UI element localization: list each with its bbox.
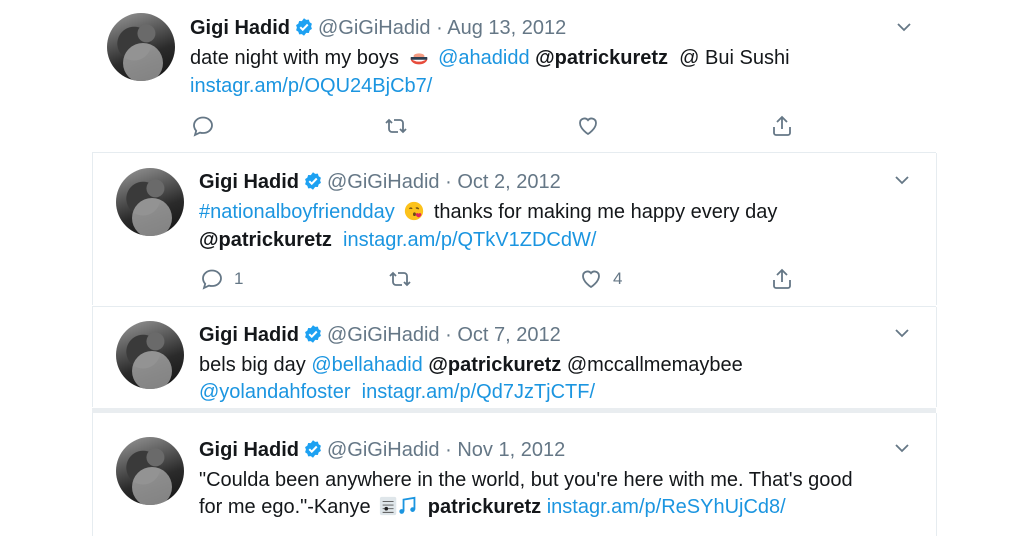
user-handle[interactable]: @GiGiHadid (327, 439, 440, 461)
separator-dot: · (445, 324, 452, 346)
instagram-link[interactable]: instagr.am/p/ReSYhUjCd8/ (547, 496, 786, 518)
share-icon (773, 268, 791, 289)
tweet-2[interactable]: Gigi Hadid @GiGiHadid · Oct 2, 2012 #nati… (92, 153, 937, 305)
verified-badge-icon (296, 18, 312, 36)
mention-text[interactable]: @mccallmemaybee (567, 354, 743, 376)
tweet-1[interactable]: Gigi Hadid @GiGiHadid · Aug 13, 2012 date… (60, 0, 940, 150)
reply-count: 1 (234, 269, 244, 288)
user-handle[interactable]: @GiGiHadid (327, 324, 440, 346)
user-handle[interactable]: @GiGiHadid (327, 171, 440, 193)
mention-bold[interactable]: @patrickuretz (535, 47, 668, 69)
avatar[interactable] (116, 321, 184, 389)
avatar[interactable] (116, 437, 184, 505)
tweet-date[interactable]: Nov 1, 2012 (457, 439, 565, 461)
instagram-link[interactable]: instagr.am/p/OQU24BjCb7/ (190, 72, 432, 100)
kiss-emoji-icon (405, 201, 424, 221)
separator-dot: · (436, 17, 443, 39)
share-button[interactable] (770, 267, 794, 291)
tweet-text-line2: for me ego."-Kanye patrickuretz instagr.… (199, 496, 786, 518)
tweet-header: Gigi Hadid @GiGiHadid · Oct 7, 2012 (199, 323, 561, 347)
user-name[interactable]: Gigi Hadid (199, 324, 299, 346)
instagram-link[interactable]: instagr.am/p/QTkV1ZDCdW/ (343, 229, 596, 251)
tweet-text: bels big day @bellahadid @patrickuretz @… (199, 354, 743, 376)
user-name[interactable]: Gigi Hadid (199, 439, 299, 461)
chevron-down-icon[interactable] (895, 18, 913, 36)
reply-icon (202, 269, 222, 290)
tweet-header: Gigi Hadid @GiGiHadid · Nov 1, 2012 (199, 438, 565, 462)
hashtag-link[interactable]: #nationalboyfriendday (199, 201, 395, 223)
reply-button[interactable]: 1 (200, 267, 243, 291)
like-button[interactable]: 4 (579, 267, 622, 291)
location-text: @ Bui Sushi (679, 47, 790, 69)
reply-icon (193, 116, 213, 137)
like-count: 4 (613, 269, 623, 288)
avatar[interactable] (107, 13, 175, 81)
separator-dot: · (445, 439, 452, 461)
verified-badge-icon (305, 172, 321, 190)
reply-button[interactable] (191, 114, 215, 138)
mention-bold[interactable]: patrickuretz (428, 496, 541, 518)
mention-link[interactable]: @ahadidd (438, 47, 529, 69)
tweet-header: Gigi Hadid @GiGiHadid · Aug 13, 2012 (190, 16, 566, 40)
mention-bold[interactable]: @patrickuretz (428, 354, 561, 376)
share-button[interactable] (770, 114, 794, 138)
tweet-date[interactable]: Aug 13, 2012 (447, 17, 566, 39)
instagram-link[interactable]: instagr.am/p/Qd7JzTjCTF/ (362, 381, 595, 403)
tweet-date[interactable]: Oct 7, 2012 (457, 324, 560, 346)
tweet-text-line2: @yolandahfoster instagr.am/p/Qd7JzTjCTF/ (199, 378, 595, 406)
mention-link[interactable]: @bellahadid (311, 354, 423, 376)
chevron-down-icon[interactable] (893, 324, 911, 342)
verified-badge-icon (305, 440, 321, 458)
avatar[interactable] (116, 168, 184, 236)
tweet-4[interactable]: Gigi Hadid @GiGiHadid · Nov 1, 2012 "Coul… (92, 413, 937, 536)
tweet-text-line2: @patrickuretz instagr.am/p/QTkV1ZDCdW/ (199, 226, 596, 254)
retweet-icon (385, 118, 407, 134)
tweet-header: Gigi Hadid @GiGiHadid · Oct 2, 2012 (199, 170, 561, 194)
tweet-text: date night with my boys @ahadidd @patric… (190, 47, 790, 69)
heart-icon (579, 117, 597, 136)
mention-link[interactable]: @yolandahfoster (199, 381, 351, 403)
retweet-button[interactable] (384, 114, 408, 138)
tweet-date[interactable]: Oct 2, 2012 (457, 171, 560, 193)
tweet-text: #nationalboyfriendday thanks for making … (199, 201, 778, 223)
sushi-emoji-icon (410, 52, 427, 65)
retweet-icon (389, 271, 411, 287)
chevron-down-icon[interactable] (893, 171, 911, 189)
music-emoji-icon (380, 496, 416, 516)
user-name[interactable]: Gigi Hadid (199, 171, 299, 193)
verified-badge-icon (305, 325, 321, 343)
user-name[interactable]: Gigi Hadid (190, 17, 290, 39)
user-handle[interactable]: @GiGiHadid (318, 17, 431, 39)
separator-dot: · (445, 171, 452, 193)
heart-icon (582, 270, 600, 289)
share-icon (773, 115, 791, 136)
chevron-down-icon[interactable] (893, 439, 911, 457)
mention-bold[interactable]: @patrickuretz (199, 229, 332, 251)
retweet-button[interactable] (388, 267, 412, 291)
like-button[interactable] (576, 114, 600, 138)
tweet-3[interactable]: Gigi Hadid @GiGiHadid · Oct 7, 2012 bels … (92, 307, 937, 407)
tweet-text: "Coulda been anywhere in the world, but … (199, 469, 853, 491)
